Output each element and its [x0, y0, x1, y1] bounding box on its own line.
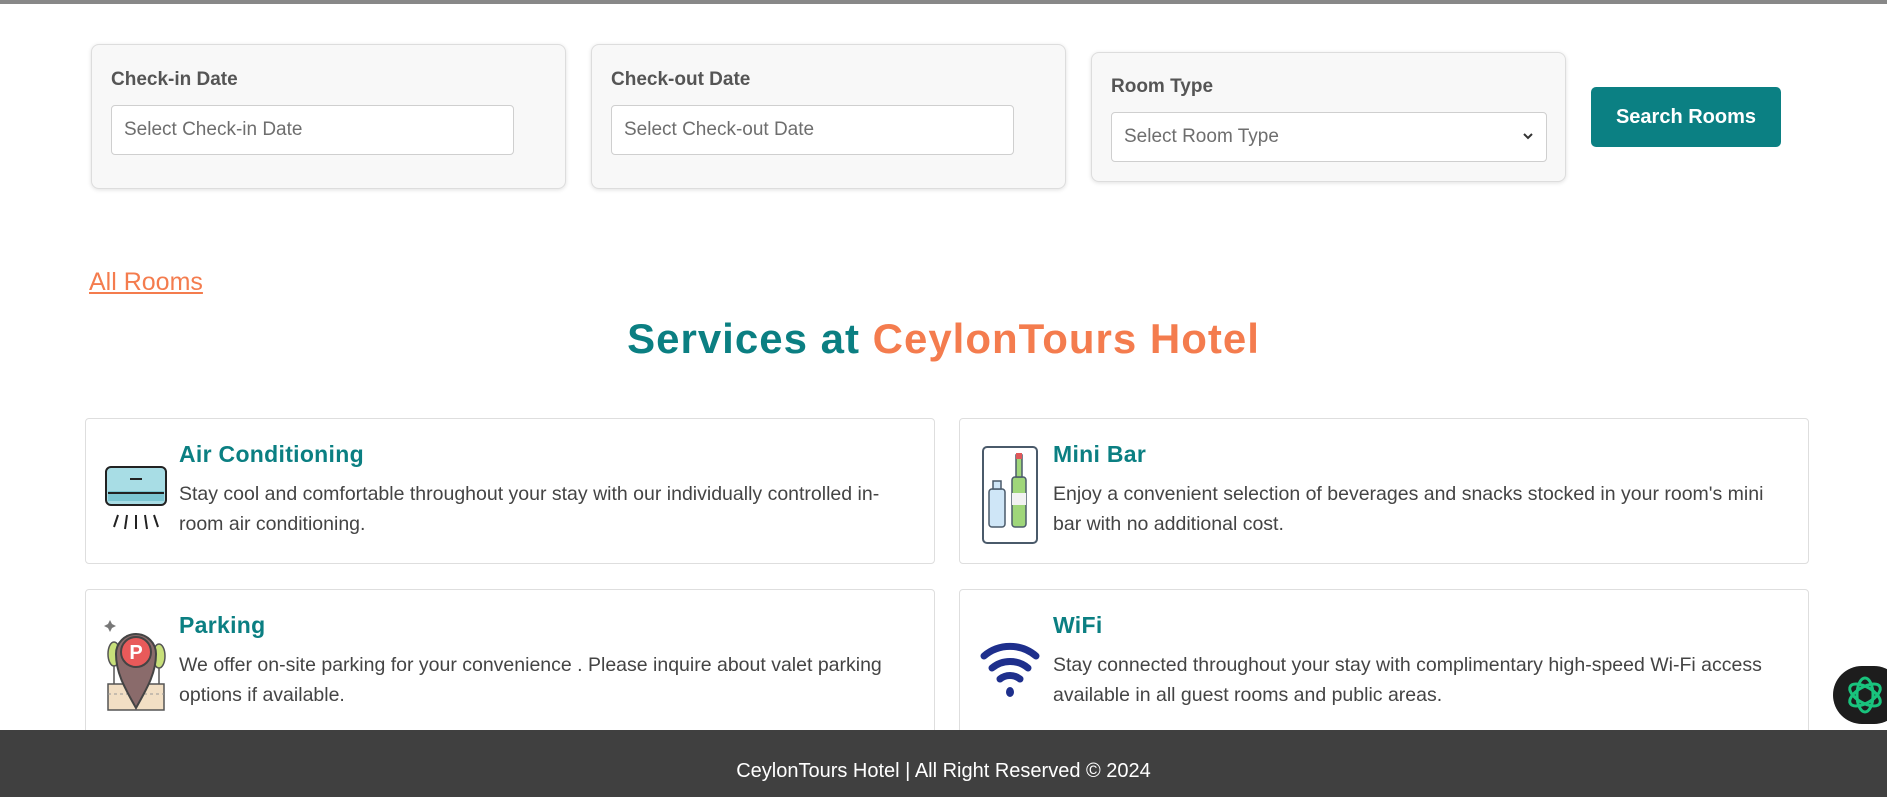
svg-text:P: P [129, 642, 142, 664]
service-title: Mini Bar [1053, 441, 1147, 467]
service-card-air-conditioning: Air Conditioning Stay cool and comfortab… [85, 418, 935, 564]
roomtype-card: Room Type Select Room Type [1091, 52, 1566, 182]
checkout-card: Check-out Date Select Check-out Date [591, 44, 1066, 189]
footer: CeylonTours Hotel | All Right Reserved ©… [0, 730, 1887, 797]
checkout-date-input[interactable]: Select Check-out Date [611, 105, 1014, 155]
top-border [0, 0, 1887, 4]
service-title: WiFi [1053, 612, 1103, 638]
checkout-placeholder: Select Check-out Date [624, 119, 815, 140]
roomtype-select[interactable]: Select Room Type [1111, 112, 1547, 162]
mini-bar-icon [982, 446, 1038, 544]
service-card-parking: P Parking We offer on-site parking for y… [85, 589, 935, 735]
wifi-icon [980, 642, 1040, 697]
roomtype-selected-value: Select Room Type [1124, 126, 1279, 147]
chat-assistant-icon [1848, 676, 1882, 714]
chat-widget-button[interactable] [1833, 666, 1887, 724]
service-title: Air Conditioning [179, 441, 364, 467]
footer-copyright: CeylonTours Hotel | All Right Reserved ©… [736, 760, 1151, 782]
roomtype-label: Room Type [1111, 76, 1214, 97]
service-card-mini-bar: Mini Bar Enjoy a convenient selection of… [959, 418, 1809, 564]
service-card-wifi: WiFi Stay connected throughout your stay… [959, 589, 1809, 735]
parking-icon: P [104, 620, 166, 711]
service-description: Stay cool and comfortable throughout you… [179, 483, 880, 535]
service-description: Enjoy a convenient selection of beverage… [1053, 483, 1764, 535]
all-rooms-link[interactable]: All Rooms [89, 268, 203, 297]
checkin-date-input[interactable]: Select Check-in Date [111, 105, 514, 155]
services-heading: Services at CeylonTours Hotel [0, 315, 1887, 363]
checkin-card: Check-in Date Select Check-in Date [91, 44, 566, 189]
service-description: Stay connected throughout your stay with… [1053, 654, 1762, 706]
service-title: Parking [179, 612, 266, 638]
search-rooms-button[interactable]: Search Rooms [1591, 87, 1781, 147]
heading-part1: Services at [627, 315, 873, 362]
chevron-down-icon [1523, 133, 1533, 140]
air-conditioner-icon [105, 466, 167, 530]
heading-hotel-name: CeylonTours Hotel [872, 315, 1260, 362]
checkin-placeholder: Select Check-in Date [124, 119, 303, 140]
checkout-label: Check-out Date [611, 69, 751, 90]
checkin-label: Check-in Date [111, 69, 238, 90]
service-description: We offer on-site parking for your conven… [179, 654, 882, 706]
